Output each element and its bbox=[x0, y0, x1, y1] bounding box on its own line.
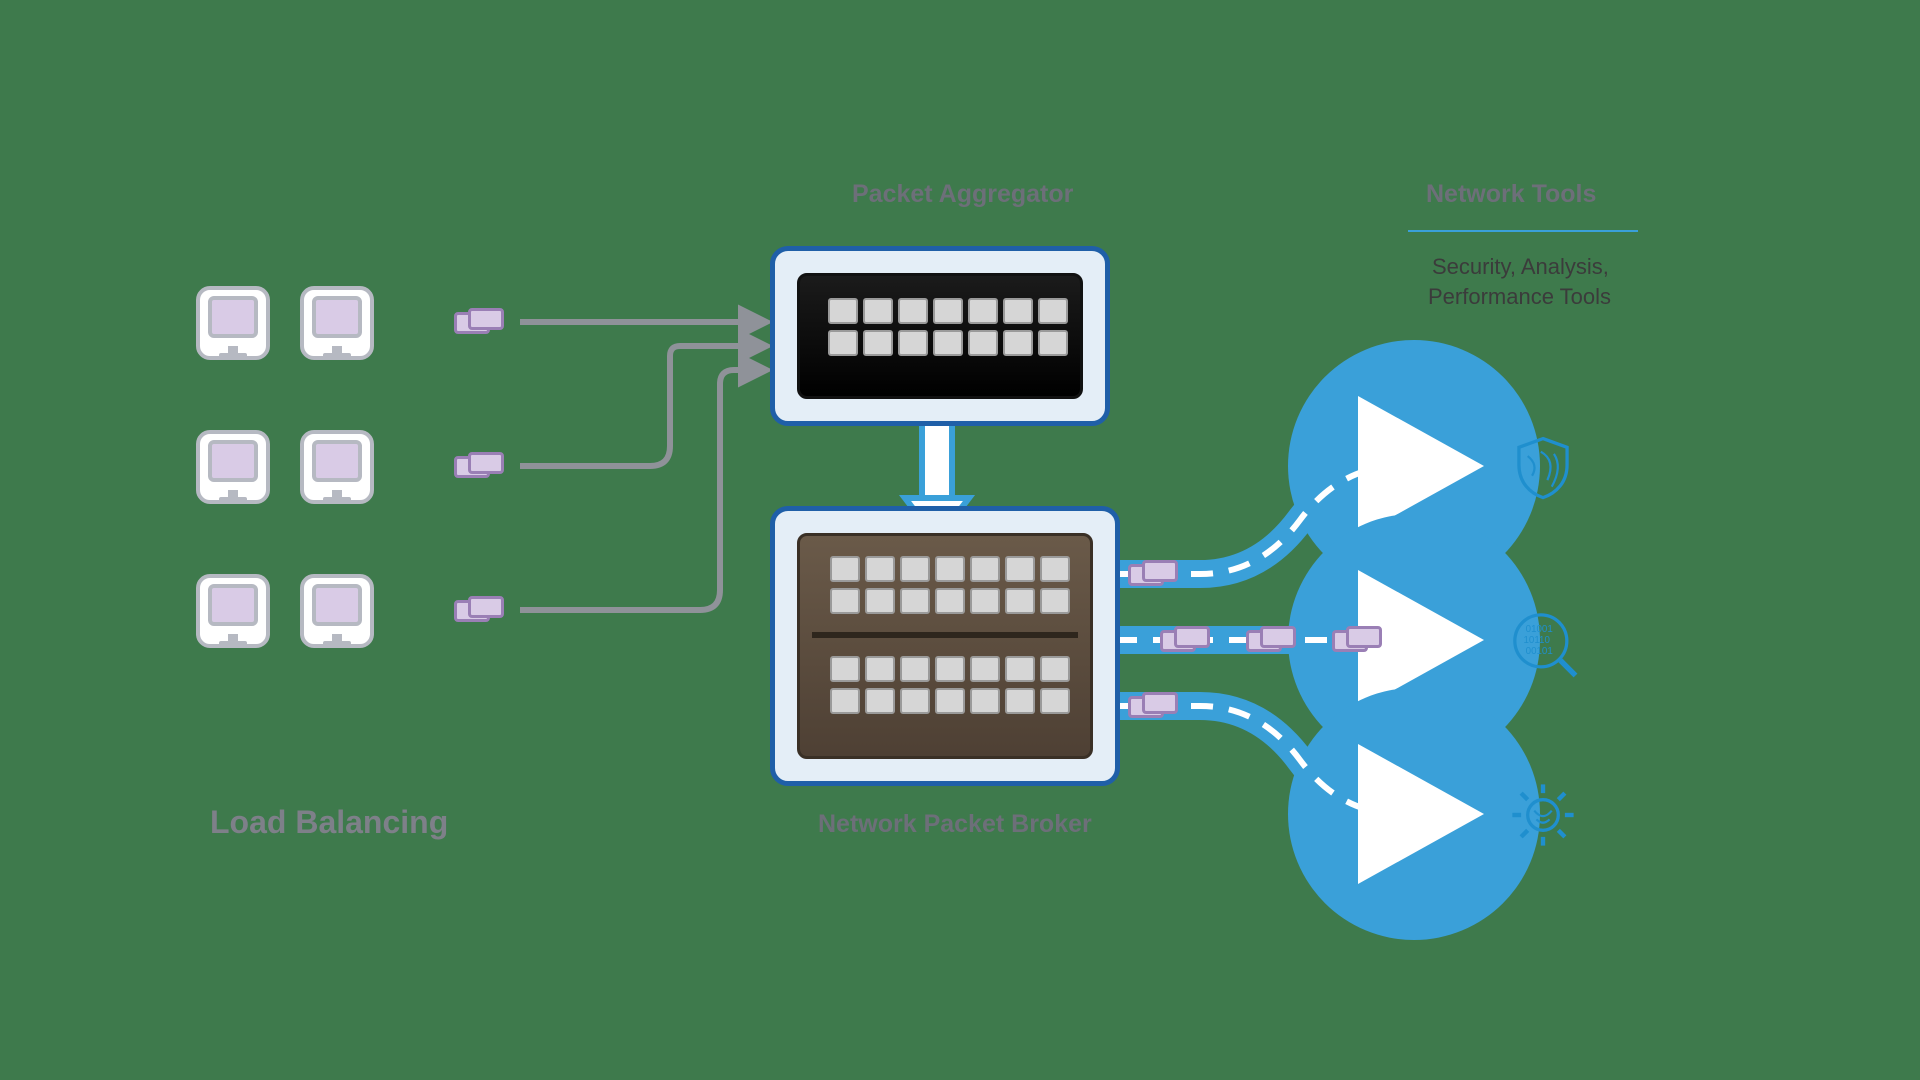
packet-aggregator-box bbox=[770, 246, 1110, 426]
label-packet-aggregator: Packet Aggregator bbox=[852, 180, 1073, 209]
label-network-tools: Network Tools bbox=[1426, 180, 1596, 209]
diagram-stage: Packet Aggregator Network Tools Security… bbox=[0, 0, 1920, 1080]
packet-broker-box bbox=[770, 506, 1120, 786]
tap-icon bbox=[1128, 560, 1174, 584]
svg-text:10110: 10110 bbox=[1524, 635, 1551, 646]
monitor-icon bbox=[196, 286, 270, 360]
tap-icon bbox=[454, 308, 500, 332]
tools-divider bbox=[1408, 230, 1638, 232]
monitor-icon bbox=[196, 574, 270, 648]
tools-sub-1: Security, Analysis, bbox=[1432, 254, 1609, 280]
monitor-icon bbox=[300, 286, 374, 360]
flow-bot bbox=[1115, 706, 1470, 814]
aggregator-switch-icon bbox=[797, 273, 1083, 399]
data-analysis-icon: 01001 10110 00101 bbox=[1504, 604, 1574, 674]
src-line-3 bbox=[520, 370, 766, 610]
svg-text:00101: 00101 bbox=[1526, 646, 1553, 657]
monitor-icon bbox=[300, 430, 374, 504]
tap-icon bbox=[1332, 626, 1378, 650]
tools-sub-2: Performance Tools bbox=[1428, 284, 1611, 310]
src-line-2 bbox=[520, 346, 766, 466]
tap-icon bbox=[1128, 692, 1174, 716]
monitor-icon bbox=[196, 430, 270, 504]
svg-text:01001: 01001 bbox=[1526, 624, 1553, 635]
broker-switch-icon bbox=[797, 533, 1093, 759]
label-load-balancing: Load Balancing bbox=[210, 804, 448, 841]
flow-top bbox=[1115, 466, 1470, 574]
tap-icon bbox=[1160, 626, 1206, 650]
tap-icon bbox=[454, 596, 500, 620]
label-network-packet-broker: Network Packet Broker bbox=[818, 810, 1092, 839]
performance-gear-icon bbox=[1508, 780, 1578, 850]
tap-icon bbox=[1246, 626, 1292, 650]
security-shield-icon bbox=[1508, 432, 1578, 502]
monitor-icon bbox=[300, 574, 374, 648]
tap-icon bbox=[454, 452, 500, 476]
